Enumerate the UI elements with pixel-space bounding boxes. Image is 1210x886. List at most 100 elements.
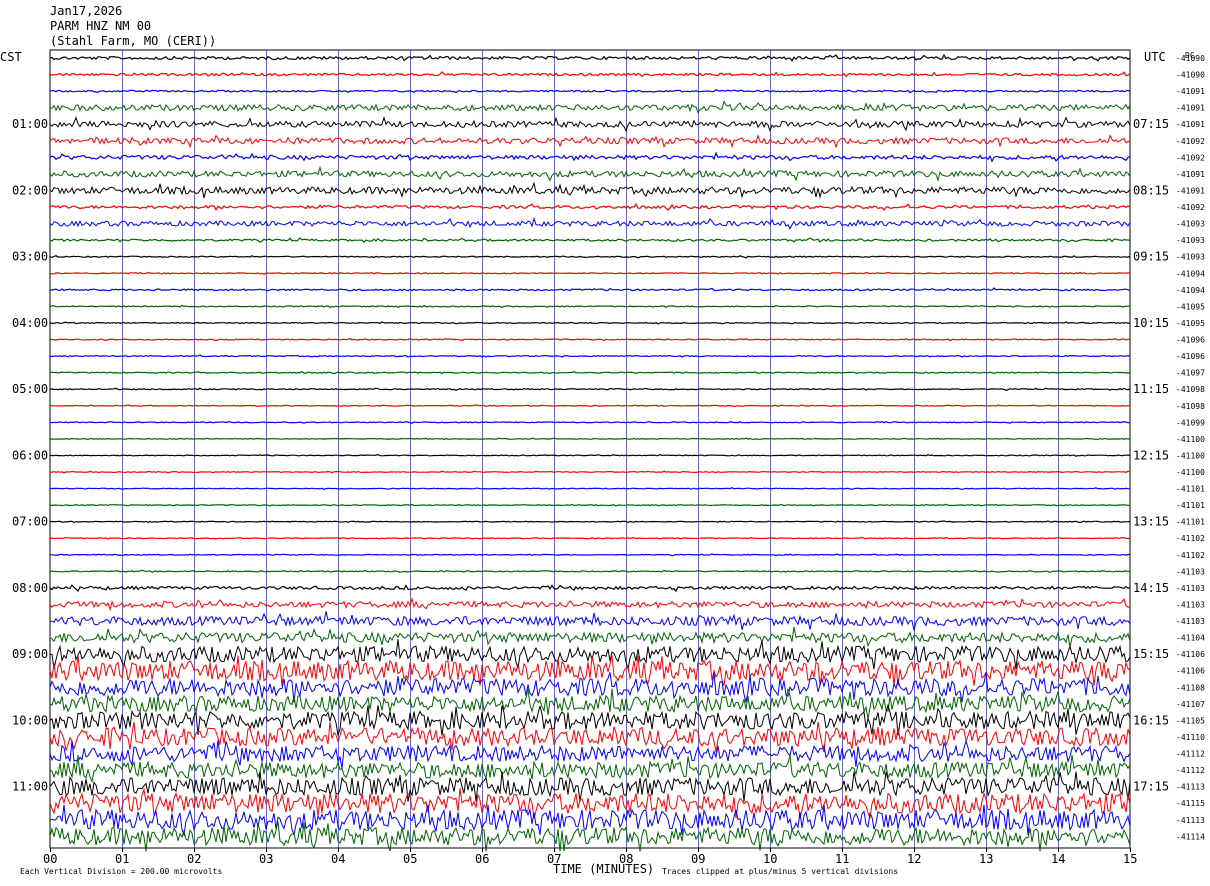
dc-offset-label: -41108 <box>1176 683 1205 692</box>
dc-offset-label: -41092 <box>1176 203 1205 212</box>
dc-offset-label: -41090 <box>1176 71 1205 80</box>
trace-row <box>49 387 1131 391</box>
x-tick-label: 04 <box>331 852 345 866</box>
cst-hour-label: 11:00 <box>12 780 48 794</box>
trace-row <box>49 165 1131 182</box>
helicorder-plot: CST UTC DC 01:0002:0003:0004:0005:0006:0… <box>0 49 1205 876</box>
x-tick-label: 05 <box>403 852 417 866</box>
cst-hour-label: 07:00 <box>12 515 48 529</box>
utc-hour-labels: 07:15 08:15 09:15 10:15 11:15 12:15 13:15 14:15… <box>1133 117 1169 793</box>
cst-hour-label: 09:00 <box>12 647 48 661</box>
dc-offset-label: -41091 <box>1176 120 1205 129</box>
dc-offset-label: -41101 <box>1176 501 1205 510</box>
utc-hour-label: 16:15 <box>1133 713 1169 727</box>
trace-row <box>49 453 1131 457</box>
trace-row <box>49 626 1131 648</box>
trace-row <box>49 151 1131 163</box>
cst-hour-labels: 01:00 02:00 03:00 04:00 05:00 06:00 07:00 08:00… <box>12 117 48 793</box>
dc-offset-label: -41092 <box>1176 153 1205 162</box>
trace-row <box>49 371 1130 375</box>
cst-hour-label: 03:00 <box>12 250 48 264</box>
dc-offset-label: -41100 <box>1176 451 1205 460</box>
dc-offset-label: -41092 <box>1176 137 1205 146</box>
dc-offset-label: -41113 <box>1176 783 1205 792</box>
dc-offset-label: -41112 <box>1176 750 1205 759</box>
dc-offset-label: -41113 <box>1176 816 1205 825</box>
dc-offset-label: -41091 <box>1176 186 1205 195</box>
cst-hour-label: 04:00 <box>12 316 48 330</box>
trace-row <box>49 755 1131 784</box>
dc-offset-label: -41106 <box>1176 650 1205 659</box>
dc-offset-label: -41098 <box>1176 402 1205 411</box>
right-timezone-label: UTC <box>1144 50 1166 64</box>
trace-row <box>49 487 1130 491</box>
x-tick-label: 01 <box>115 852 129 866</box>
trace-row <box>49 254 1131 259</box>
dc-offset-label: -41103 <box>1176 600 1205 609</box>
dc-offset-label: -41110 <box>1176 733 1205 742</box>
cst-hour-label: 02:00 <box>12 183 48 197</box>
dc-offset-label: -41094 <box>1176 269 1205 278</box>
x-tick-label: 10 <box>763 852 777 866</box>
dc-offset-label: -41115 <box>1176 799 1205 808</box>
utc-hour-label: 11:15 <box>1133 382 1169 396</box>
trace-row <box>49 470 1131 474</box>
dc-offset-label: -41093 <box>1176 220 1205 229</box>
left-timezone-label: CST <box>0 50 22 64</box>
trace-row <box>49 287 1131 292</box>
cst-hour-label: 01:00 <box>12 117 48 131</box>
x-tick-label: 03 <box>259 852 273 866</box>
dc-offset-label: -41091 <box>1176 170 1205 179</box>
cst-hour-label: 08:00 <box>12 581 48 595</box>
trace-row <box>49 611 1131 631</box>
dc-offset-label: -41112 <box>1176 766 1205 775</box>
trace-row <box>49 53 1131 62</box>
utc-hour-label: 08:15 <box>1133 183 1169 197</box>
dc-offset-label: -41106 <box>1176 667 1205 676</box>
dc-offset-labels: -41090 -41090 -41091 -41091 -41091 -41092 -410… <box>1176 54 1205 841</box>
x-tick-label: 09 <box>691 852 705 866</box>
dc-offset-label: -41114 <box>1176 832 1205 841</box>
trace-row <box>49 639 1131 670</box>
dc-offset-label: -41091 <box>1176 87 1205 96</box>
dc-offset-label: -41103 <box>1176 567 1205 576</box>
trace-row <box>49 569 1131 573</box>
trace-row <box>49 89 1131 94</box>
trace-row <box>50 337 1131 342</box>
utc-hour-label: 17:15 <box>1133 780 1169 794</box>
dc-offset-label: -41095 <box>1176 302 1205 311</box>
cst-hour-label: 06:00 <box>12 448 48 462</box>
trace-row <box>49 520 1131 524</box>
dc-offset-label: -41097 <box>1176 369 1205 378</box>
dc-offset-label: -41090 <box>1176 54 1205 63</box>
x-axis-title: TIME (MINUTES) <box>553 862 654 876</box>
trace-row <box>49 321 1131 325</box>
dc-offset-label: -41103 <box>1176 617 1205 626</box>
dc-offset-label: -41100 <box>1176 468 1205 477</box>
dc-offset-label: -41093 <box>1176 253 1205 262</box>
seismogram-traces <box>49 53 1131 852</box>
x-tick-label: 13 <box>979 852 993 866</box>
dc-offset-label: -41100 <box>1176 435 1205 444</box>
x-tick-label: 15 <box>1123 852 1137 866</box>
x-tick-label: 11 <box>835 852 849 866</box>
x-tick-label: 02 <box>187 852 201 866</box>
dc-offset-label: -41104 <box>1176 634 1205 643</box>
dc-offset-label: -41096 <box>1176 352 1205 361</box>
trace-row <box>49 404 1131 408</box>
trace-row <box>49 536 1131 540</box>
trace-row <box>49 655 1131 686</box>
dc-offset-label: -41105 <box>1176 716 1205 725</box>
trace-row <box>49 116 1131 133</box>
trace-row <box>49 420 1131 424</box>
trace-row <box>49 739 1131 769</box>
dc-offset-label: -41096 <box>1176 336 1205 345</box>
trace-row <box>49 100 1131 114</box>
trace-row <box>49 216 1131 230</box>
x-tick-label: 14 <box>1051 852 1065 866</box>
cst-hour-label: 05:00 <box>12 382 48 396</box>
dc-offset-label: -41091 <box>1176 104 1205 113</box>
dc-offset-label: -41102 <box>1176 534 1205 543</box>
utc-hour-label: 10:15 <box>1133 316 1169 330</box>
utc-hour-label: 15:15 <box>1133 647 1169 661</box>
